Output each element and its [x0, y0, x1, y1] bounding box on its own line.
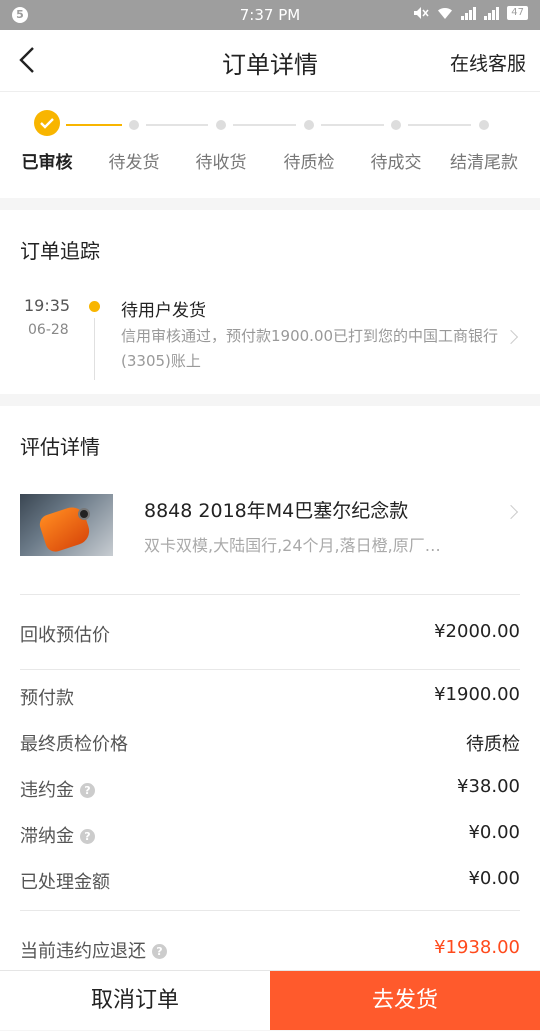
online-service-link[interactable]: 在线客服	[450, 49, 526, 76]
product-image	[20, 494, 113, 556]
product-item[interactable]: 8848 2018年M4巴塞尔纪念款 双卡双模,大陆国行,24个月,落日橙,原厂…	[0, 476, 540, 594]
tracking-date: 06-28	[28, 322, 69, 338]
status-icons: 47	[413, 6, 528, 20]
progress-dot	[479, 120, 489, 130]
progress-line	[233, 124, 296, 126]
tracking-time: 19:35	[24, 296, 70, 315]
signal-icon	[461, 7, 476, 20]
progress-dot	[304, 120, 314, 130]
wifi-icon	[437, 7, 453, 20]
ship-button[interactable]: 去发货	[270, 971, 540, 1030]
step-reviewed: 已审核	[7, 148, 87, 173]
refund-value: ¥1938.00	[434, 937, 520, 958]
estimate-row: 回收预估价 ¥2000.00	[0, 595, 540, 669]
battery-icon: 47	[507, 6, 528, 20]
signal-icon-2	[484, 7, 499, 20]
product-spec: 双卡双模,大陆国行,24个月,落日橙,原厂…	[144, 532, 484, 556]
evaluation-card: 评估详情 8848 2018年M4巴塞尔纪念款 双卡双模,大陆国行,24个月,落…	[0, 406, 540, 987]
tracking-card: 订单追踪 19:35 06-28 待用户发货 信用审核通过，预付款1900.00…	[0, 210, 540, 394]
prepay-label: 预付款	[20, 684, 74, 710]
processed-row: 已处理金额 ¥0.00	[0, 858, 540, 904]
check-icon	[34, 110, 60, 136]
step-pending-deal: 待成交	[356, 148, 436, 173]
prepay-value: ¥1900.00	[434, 684, 520, 705]
chevron-right-icon	[504, 505, 518, 519]
progress-line	[321, 124, 384, 126]
refund-label-wrap: 当前违约应退还?	[20, 937, 167, 963]
evaluation-title: 评估详情	[0, 406, 540, 476]
penalty-row: 违约金? ¥38.00	[0, 766, 540, 812]
help-icon[interactable]: ?	[152, 944, 167, 959]
step-pending-inspection: 待质检	[269, 148, 349, 173]
progress-line	[146, 124, 208, 126]
final-price-label: 最终质检价格	[20, 730, 128, 756]
progress-line	[408, 124, 471, 126]
late-fee-label: 滞纳金	[20, 826, 74, 847]
late-fee-value: ¥0.00	[468, 822, 520, 843]
nav-bar: 订单详情 在线客服	[0, 30, 540, 92]
late-fee-label-wrap: 滞纳金?	[20, 822, 95, 848]
final-price-value: 待质检	[466, 730, 520, 756]
bottom-action-bar: 取消订单 去发货	[0, 970, 540, 1030]
tracking-detail: 信用审核通过，预付款1900.00已打到您的中国工商银行(3305)账上	[121, 324, 511, 374]
penalty-label-wrap: 违约金?	[20, 776, 95, 802]
timeline-line	[94, 318, 95, 380]
late-fee-row: 滞纳金? ¥0.00	[0, 812, 540, 858]
help-icon[interactable]: ?	[80, 783, 95, 798]
order-progress: 已审核 待发货 待收货 待质检 待成交 结清尾款	[0, 92, 540, 198]
step-pending-receive: 待收货	[181, 148, 261, 173]
penalty-label: 违约金	[20, 780, 74, 801]
help-icon[interactable]: ?	[80, 829, 95, 844]
estimate-label: 回收预估价	[20, 621, 110, 647]
processed-label: 已处理金额	[20, 868, 110, 894]
progress-dot	[216, 120, 226, 130]
cancel-order-button[interactable]: 取消订单	[0, 971, 270, 1030]
refund-label: 当前违约应退还	[20, 941, 146, 962]
step-settle-balance: 结清尾款	[444, 148, 524, 173]
penalty-value: ¥38.00	[457, 776, 520, 797]
progress-dot	[391, 120, 401, 130]
timeline-dot	[89, 301, 100, 312]
final-price-row: 最终质检价格 待质检	[0, 720, 540, 766]
processed-value: ¥0.00	[468, 868, 520, 889]
product-name: 8848 2018年M4巴塞尔纪念款	[144, 496, 408, 523]
progress-dot	[129, 120, 139, 130]
status-bar: 5 7:37 PM 47	[0, 0, 540, 30]
tracking-headline: 待用户发货	[121, 296, 206, 321]
tracking-title: 订单追踪	[0, 210, 540, 280]
prepay-row: 预付款 ¥1900.00	[0, 674, 540, 720]
mute-icon	[413, 6, 429, 20]
tracking-entry[interactable]: 19:35 06-28 待用户发货 信用审核通过，预付款1900.00已打到您的…	[0, 280, 540, 394]
step-pending-ship: 待发货	[94, 148, 174, 173]
estimate-value: ¥2000.00	[434, 621, 520, 642]
progress-line-done	[66, 124, 122, 126]
